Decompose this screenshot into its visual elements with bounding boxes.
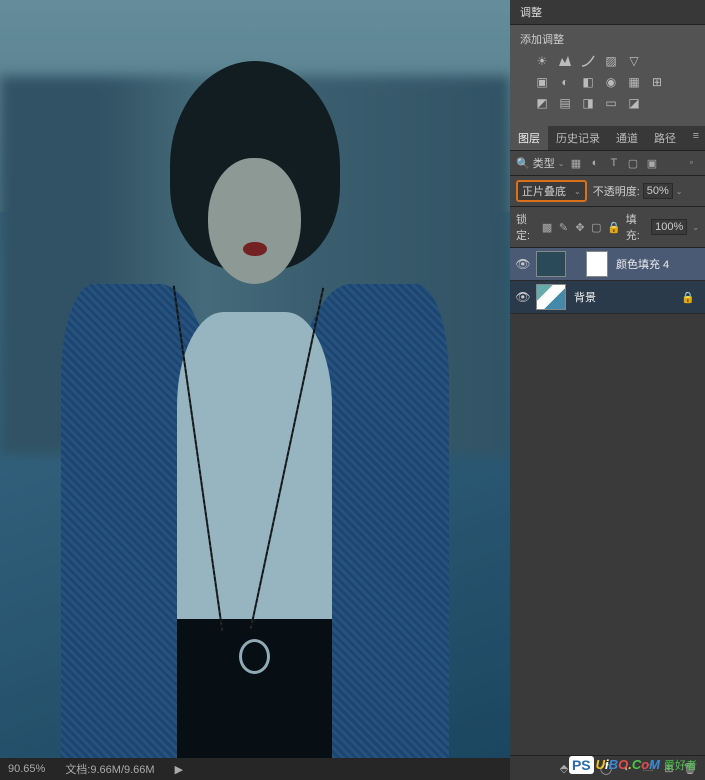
channel-mixer-icon[interactable]: ▦ xyxy=(626,74,642,90)
add-adjustment-label: 添加调整 xyxy=(520,31,695,47)
threshold-icon[interactable]: ◨ xyxy=(580,95,596,111)
status-bar: 90.65% 文档:9.66M/9.66M ▶ xyxy=(0,758,510,780)
exposure-icon[interactable]: ▨ xyxy=(603,53,619,69)
tab-paths[interactable]: 路径 xyxy=(646,126,684,150)
layer-list: 👁 颜色填充 4 👁 背景 🔒 xyxy=(510,248,705,755)
lock-icon: 🔒 xyxy=(681,291,701,304)
filter-type-select[interactable]: 🔍 类型 ⌄ xyxy=(516,155,564,171)
search-icon: 🔍 xyxy=(516,157,530,170)
layer-row[interactable]: 👁 颜色填充 4 xyxy=(510,248,705,281)
visibility-toggle-icon[interactable]: 👁 xyxy=(514,288,532,306)
blend-opacity-row: 正片叠底 ⌄ 不透明度: 50% ⌄ xyxy=(510,176,705,207)
lock-fill-row: 锁定: ▩ ✎ ✥ ▢ 🔒 填充: 100% ⌄ xyxy=(510,207,705,248)
watermark-ps-badge: PS xyxy=(569,756,594,774)
blend-mode-select[interactable]: 正片叠底 ⌄ xyxy=(516,180,587,202)
curves-icon[interactable] xyxy=(580,53,596,69)
lock-label: 锁定: xyxy=(516,211,536,243)
canvas-area: 90.65% 文档:9.66M/9.66M ▶ xyxy=(0,0,510,780)
visibility-toggle-icon[interactable]: 👁 xyxy=(514,255,532,273)
adjustments-panel-body: 添加调整 ☀ ▨ ▽ ▣ ◐ ◧ ◉ ▦ ⊞ ◩ ▤ ◨ ▭ ◪ xyxy=(510,25,705,126)
opacity-input[interactable]: 50% xyxy=(643,183,673,199)
lock-all-icon[interactable]: 🔒 xyxy=(607,220,621,234)
lock-position-icon[interactable]: ✥ xyxy=(574,220,585,234)
tab-history[interactable]: 历史记录 xyxy=(548,126,608,150)
filter-toggle-icon[interactable]: ◦ xyxy=(684,156,699,171)
lock-artboard-icon[interactable]: ▢ xyxy=(591,220,602,234)
status-arrow[interactable]: ▶ xyxy=(175,763,183,776)
levels-icon[interactable] xyxy=(557,53,573,69)
opacity-label: 不透明度: xyxy=(593,183,640,199)
filter-type-icon[interactable]: T xyxy=(606,156,621,171)
layers-tabs: 图层 历史记录 通道 路径 ≡ xyxy=(510,126,705,151)
chevron-down-icon[interactable]: ⌄ xyxy=(692,223,699,232)
watermark-chinese: 爱好者 xyxy=(664,757,697,773)
watermark-text: UiBO.CoM xyxy=(596,757,660,773)
layer-filter-toolbar: 🔍 类型 ⌄ ▦ ◐ T ▢ ▣ ◦ xyxy=(510,151,705,176)
gradient-map-icon[interactable]: ▭ xyxy=(603,95,619,111)
adjustments-panel-header[interactable]: 调整 xyxy=(510,0,705,25)
doc-info[interactable]: 文档:9.66M/9.66M xyxy=(65,761,154,777)
document-canvas[interactable]: 90.65% 文档:9.66M/9.66M ▶ xyxy=(0,0,510,780)
color-balance-icon[interactable]: ◐ xyxy=(557,74,573,90)
bw-icon[interactable]: ◧ xyxy=(580,74,596,90)
adjustments-title: 调整 xyxy=(520,7,542,19)
brightness-contrast-icon[interactable]: ☀ xyxy=(534,53,550,69)
vibrance-icon[interactable]: ▽ xyxy=(626,53,642,69)
fill-input[interactable]: 100% xyxy=(651,219,687,235)
filter-label: 类型 xyxy=(533,155,555,171)
filter-smart-icon[interactable]: ▣ xyxy=(644,156,659,171)
layer-thumbnail[interactable] xyxy=(536,251,566,277)
lock-transparency-icon[interactable]: ▩ xyxy=(541,220,552,234)
watermark: PS UiBO.CoM 爱好者 xyxy=(569,756,697,774)
zoom-level[interactable]: 90.65% xyxy=(8,763,45,775)
fill-label: 填充: xyxy=(626,211,646,243)
layer-name[interactable]: 背景 xyxy=(570,289,596,305)
filter-shape-icon[interactable]: ▢ xyxy=(625,156,640,171)
blend-mode-value: 正片叠底 xyxy=(522,183,566,199)
filter-pixel-icon[interactable]: ▦ xyxy=(568,156,583,171)
color-lookup-icon[interactable]: ⊞ xyxy=(649,74,665,90)
photo-filter-icon[interactable]: ◉ xyxy=(603,74,619,90)
right-panels: 调整 添加调整 ☀ ▨ ▽ ▣ ◐ ◧ ◉ ▦ ⊞ ◩ ▤ ◨ ▭ ◪ 图层 历… xyxy=(510,0,705,780)
layer-name[interactable]: 颜色填充 4 xyxy=(612,256,669,272)
selective-color-icon[interactable]: ◪ xyxy=(626,95,642,111)
panel-menu-icon[interactable]: ≡ xyxy=(687,126,705,150)
tab-channels[interactable]: 通道 xyxy=(608,126,646,150)
layer-row[interactable]: 👁 背景 🔒 xyxy=(510,281,705,314)
lock-pixels-icon[interactable]: ✎ xyxy=(558,220,569,234)
tab-layers[interactable]: 图层 xyxy=(510,126,548,150)
invert-icon[interactable]: ◩ xyxy=(534,95,550,111)
filter-adjust-icon[interactable]: ◐ xyxy=(587,156,602,171)
layer-mask-thumbnail[interactable] xyxy=(586,251,608,277)
chevron-down-icon: ⌄ xyxy=(574,187,581,196)
layer-thumbnail[interactable] xyxy=(536,284,566,310)
hue-sat-icon[interactable]: ▣ xyxy=(534,74,550,90)
posterize-icon[interactable]: ▤ xyxy=(557,95,573,111)
chevron-down-icon: ⌄ xyxy=(558,159,565,168)
document-image xyxy=(0,0,510,758)
chevron-down-icon[interactable]: ⌄ xyxy=(676,187,683,196)
